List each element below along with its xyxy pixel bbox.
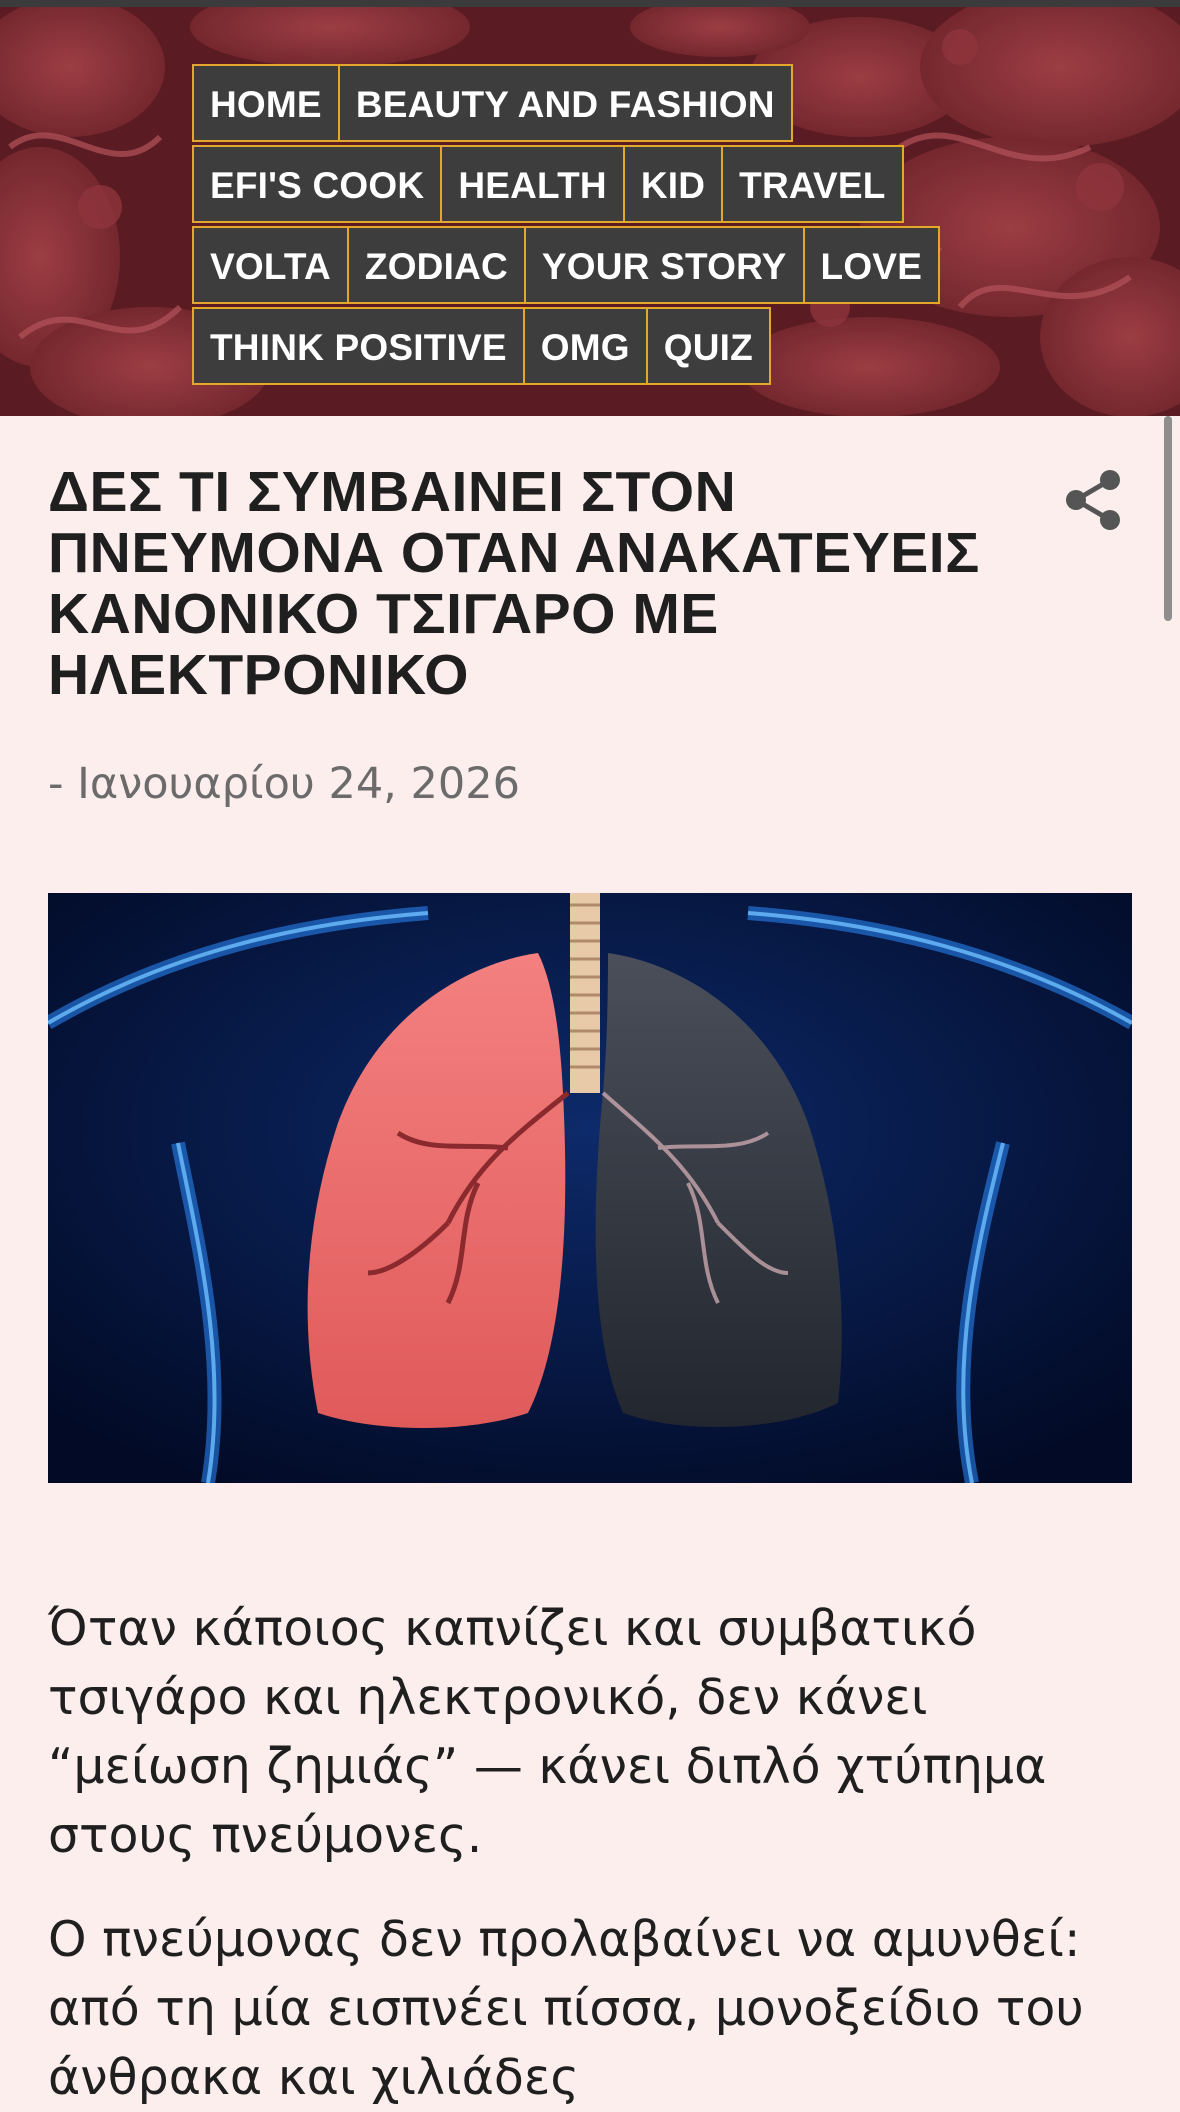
share-icon[interactable] xyxy=(1064,468,1124,532)
nav-your-story[interactable]: YOUR STORY xyxy=(523,226,805,304)
nav-beauty-and-fashion[interactable]: BEAUTY AND FASHION xyxy=(337,64,793,142)
nav-efis-cook[interactable]: EFI'S COOK xyxy=(192,145,443,223)
nav-quiz[interactable]: QUIZ xyxy=(645,307,771,385)
nav-think-positive[interactable]: THINK POSITIVE xyxy=(192,307,525,385)
nav-zodiac[interactable]: ZODIAC xyxy=(346,226,526,304)
nav-love[interactable]: LOVE xyxy=(802,226,941,304)
nav-health[interactable]: HEALTH xyxy=(440,145,625,223)
nav-volta[interactable]: VOLTA xyxy=(192,226,349,304)
post-title: ΔΕΣ ΤΙ ΣΥΜΒΑΙΝΕΙ ΣΤΟΝ ΠΝΕΥΜΟΝΑ ΟΤΑΝ ΑΝΑΚ… xyxy=(48,460,980,707)
blog-header: HOME BEAUTY AND FASHION EFI'S COOK HEALT… xyxy=(0,7,1180,416)
nav-row: VOLTA ZODIAC YOUR STORY LOVE xyxy=(192,226,941,307)
post-paragraph: Όταν κάποιος καπνίζει και συμβατικό τσιγ… xyxy=(48,1600,1047,1864)
nav-row: HOME BEAUTY AND FASHION xyxy=(192,64,938,145)
main-navigation: HOME BEAUTY AND FASHION EFI'S COOK HEALT… xyxy=(192,64,941,388)
nav-home[interactable]: HOME xyxy=(192,64,340,142)
nav-row: EFI'S COOK HEALTH KID TRAVEL xyxy=(192,145,938,226)
nav-travel[interactable]: TRAVEL xyxy=(721,145,904,223)
post-paragraph: Ο πνεύμονας δεν προλαβαίνει να αμυνθεί: … xyxy=(48,1911,1084,2106)
page-scrollbar[interactable] xyxy=(1164,416,1172,621)
nav-omg[interactable]: OMG xyxy=(522,307,648,385)
post-date: - Ιανουαρίου 24, 2026 xyxy=(48,759,520,809)
top-bar xyxy=(0,0,1180,7)
nav-kid[interactable]: KID xyxy=(622,145,724,223)
lungs-image xyxy=(48,893,1132,1483)
nav-row: THINK POSITIVE OMG QUIZ xyxy=(192,307,938,388)
